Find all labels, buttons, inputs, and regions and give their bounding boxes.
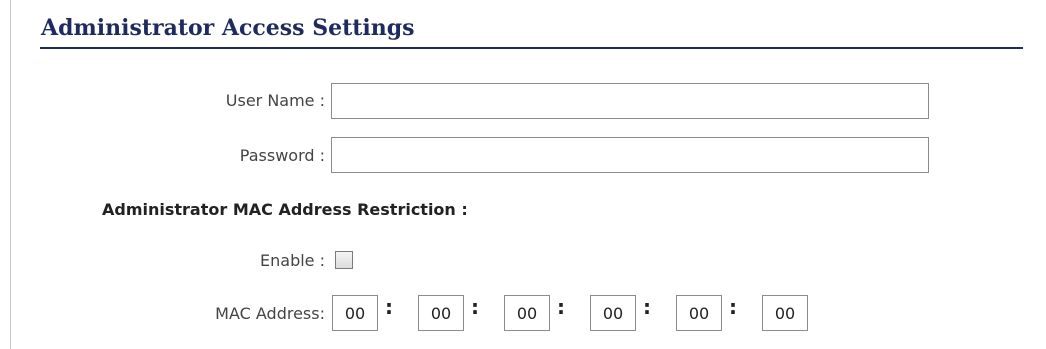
mac-octet-2[interactable] bbox=[418, 295, 464, 331]
mac-octet-5[interactable] bbox=[676, 295, 722, 331]
password-input[interactable] bbox=[331, 137, 929, 173]
enable-label: Enable : bbox=[260, 251, 325, 270]
section-title: Administrator Access Settings bbox=[41, 15, 415, 41]
mac-octet-1[interactable] bbox=[332, 295, 378, 331]
mac-octet-4[interactable] bbox=[590, 295, 636, 331]
mac-separator: : bbox=[471, 295, 479, 319]
mac-restriction-heading: Administrator MAC Address Restriction : bbox=[102, 200, 468, 219]
password-label: Password : bbox=[239, 146, 325, 165]
user-name-label: User Name : bbox=[225, 91, 325, 110]
user-name-input[interactable] bbox=[331, 83, 929, 119]
mac-separator: : bbox=[643, 295, 651, 319]
mac-octet-6[interactable] bbox=[762, 295, 808, 331]
enable-checkbox[interactable] bbox=[335, 251, 353, 269]
mac-octet-3[interactable] bbox=[504, 295, 550, 331]
mac-separator: : bbox=[385, 295, 393, 319]
mac-address-label: MAC Address: bbox=[215, 304, 325, 323]
mac-separator: : bbox=[557, 295, 565, 319]
title-underline bbox=[40, 47, 1023, 49]
left-border-line bbox=[10, 0, 11, 349]
mac-separator: : bbox=[729, 295, 737, 319]
